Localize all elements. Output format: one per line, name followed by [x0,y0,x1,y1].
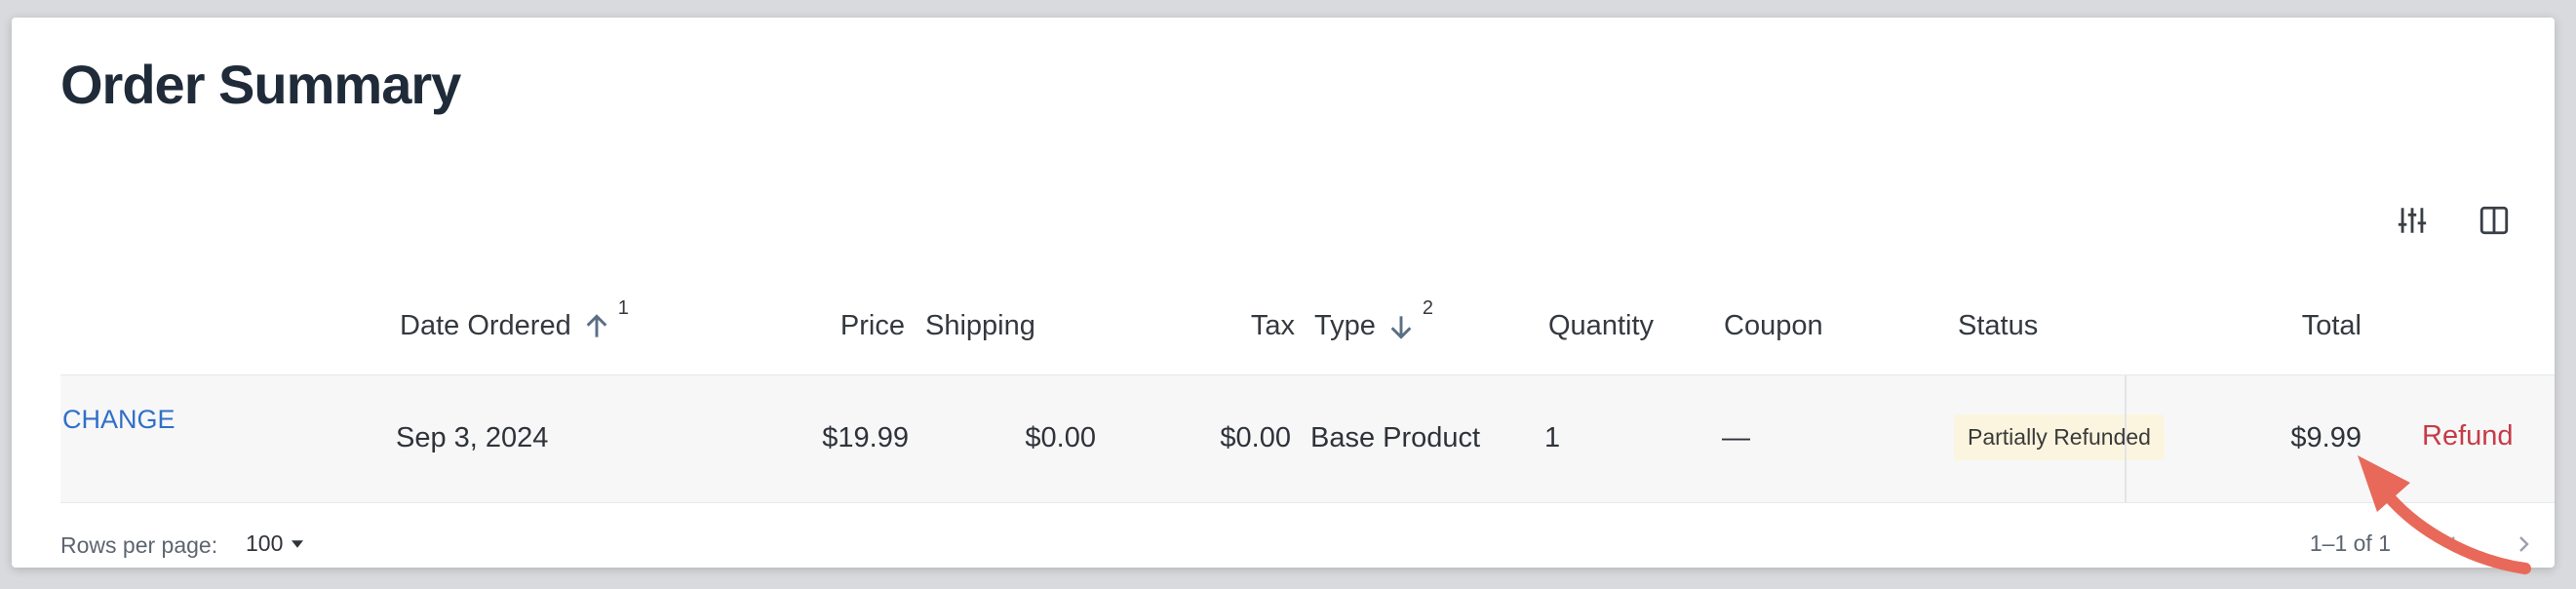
cell-tax: $0.00 [1220,422,1291,453]
rows-per-page-value: 100 [246,530,284,556]
header-type-label: Type [1314,310,1376,341]
filter-button[interactable] [2391,199,2434,242]
table-toolbar [2391,199,2516,242]
header-status[interactable]: Status [1958,310,2038,342]
column-divider [2125,375,2127,502]
type-sort-order: 2 [1422,297,1433,319]
header-coupon[interactable]: Coupon [1724,310,1823,342]
caret-down-icon [292,539,304,548]
table-row: CHANGE Sep 3, 2024 $19.99 $0.00 $0.00 Ba… [60,375,2555,503]
header-date-ordered-label: Date Ordered [400,310,571,341]
chevron-left-icon [2445,535,2455,552]
arrow-down-icon [1390,315,1412,339]
pagination-text: 1–1 of 1 [2309,530,2391,556]
page-title: Order Summary [60,54,461,115]
header-quantity-label: Quantity [1548,310,1654,341]
header-date-ordered[interactable]: Date Ordered 1 [400,297,629,342]
refund-button[interactable]: Refund [2422,420,2514,452]
header-total-label: Total [2301,310,2361,341]
header-tax-label: Tax [1250,310,1295,341]
header-total[interactable]: Total [2244,310,2361,342]
header-price-label: Price [839,310,905,341]
cell-shipping: $0.00 [1025,422,1096,453]
arrow-up-icon [586,313,607,337]
header-tax[interactable]: Tax [1191,310,1295,342]
date-sort-order: 1 [617,297,629,319]
header-price[interactable]: Price [772,310,905,342]
status-badge: Partially Refunded [1954,414,2165,460]
header-type[interactable]: Type 2 [1314,297,1433,342]
header-shipping-label: Shipping [925,310,1035,341]
change-link[interactable]: CHANGE [62,405,176,435]
header-shipping[interactable]: Shipping [925,310,1035,342]
cell-price: $19.99 [822,422,909,453]
cell-coupon: — [1722,422,1750,453]
columns-icon [2479,206,2509,235]
prev-page-button[interactable] [2439,532,2463,556]
next-page-button[interactable] [2512,532,2535,556]
table-footer: Rows per page: 100 1–1 of 1 [60,503,2555,585]
orders-table: Date Ordered 1 Price Shipping Tax Type 2… [60,261,2555,585]
rows-per-page-select[interactable]: 100 [246,530,306,557]
cell-quantity: 1 [1544,422,1561,453]
header-coupon-label: Coupon [1724,310,1823,341]
cell-type: Base Product [1310,422,1481,453]
cell-total: $9.99 [2290,422,2361,453]
columns-button[interactable] [2473,199,2516,242]
chevron-right-icon [2519,535,2529,552]
pagination: 1–1 of 1 [2310,530,2535,557]
header-quantity[interactable]: Quantity [1548,310,1654,342]
table-header: Date Ordered 1 Price Shipping Tax Type 2… [60,261,2555,375]
header-status-label: Status [1958,310,2039,341]
order-summary-panel: Order Summary Date Ordered 1 Price Shipp… [12,18,2555,568]
sliders-icon [2398,208,2427,233]
cell-date-ordered: Sep 3, 2024 [396,422,549,453]
rows-per-page-label: Rows per page: [60,532,218,558]
